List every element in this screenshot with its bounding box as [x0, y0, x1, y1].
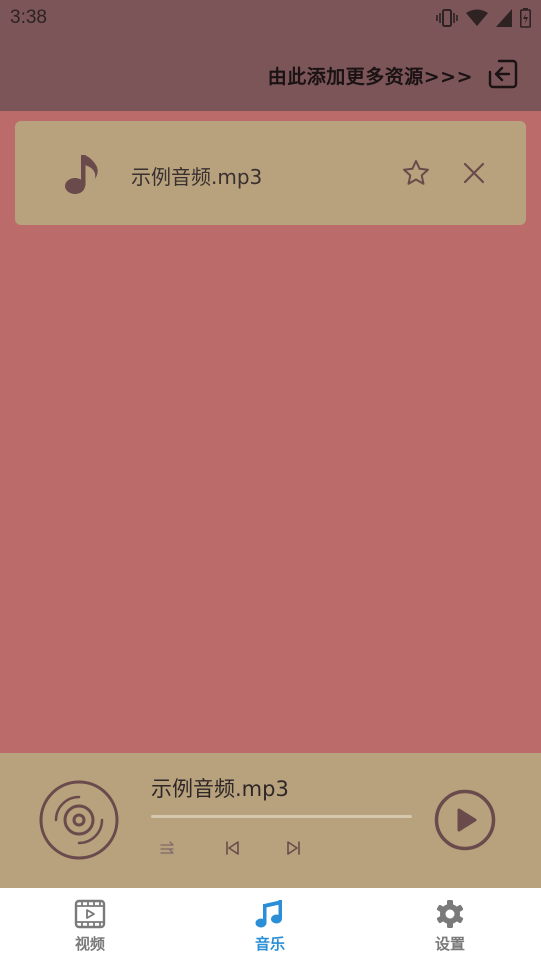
wifi-icon — [466, 9, 488, 26]
gear-icon — [436, 900, 464, 928]
list-item[interactable]: 示例音频.mp3 — [15, 121, 526, 225]
next-icon[interactable] — [285, 839, 303, 857]
player-bar: 示例音频.mp3 — [0, 753, 541, 888]
status-time: 3:38 — [10, 7, 47, 28]
player-title: 示例音频.mp3 — [151, 777, 289, 801]
list-item-name: 示例音频.mp3 — [131, 165, 263, 189]
header: 由此添加更多资源>>> — [0, 38, 541, 111]
tab-settings-label: 设置 — [434, 935, 465, 953]
play-icon[interactable] — [434, 789, 496, 851]
tab-video-label: 视频 — [74, 935, 105, 953]
disc-icon — [39, 780, 119, 860]
tab-settings[interactable]: 设置 — [360, 888, 540, 961]
status-bar: 3:38 — [0, 0, 541, 38]
close-icon[interactable] — [461, 160, 487, 186]
music-note-icon — [65, 155, 98, 194]
previous-icon[interactable] — [223, 839, 241, 857]
video-icon — [74, 899, 106, 929]
progress-bar[interactable] — [151, 815, 412, 818]
star-icon[interactable] — [401, 158, 431, 188]
bottom-tab-bar: 视频 音乐 设置 — [0, 888, 541, 961]
signal-icon — [496, 9, 512, 27]
shuffle-icon[interactable] — [158, 839, 176, 857]
vibrate-icon — [436, 9, 458, 27]
tab-video[interactable]: 视频 — [0, 888, 180, 961]
tab-music-label: 音乐 — [254, 935, 285, 953]
tab-music[interactable]: 音乐 — [180, 888, 360, 961]
add-more-resources-link[interactable]: 由此添加更多资源>>> — [268, 62, 473, 89]
status-icons — [436, 8, 531, 28]
battery-icon — [520, 8, 531, 28]
music-icon — [255, 900, 282, 928]
import-icon[interactable] — [487, 58, 519, 90]
